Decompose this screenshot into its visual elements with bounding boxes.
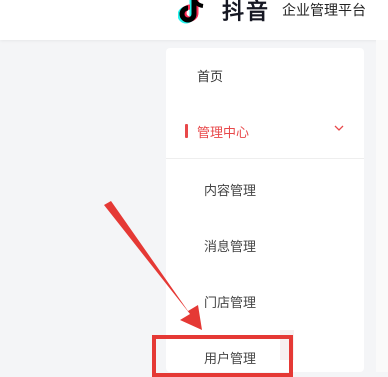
sidebar-item-message-management[interactable]: 消息管理 [166, 236, 364, 256]
chevron-down-icon[interactable] [332, 121, 346, 135]
active-indicator [185, 124, 188, 138]
content-area-edge [376, 40, 388, 372]
brand-name: 抖音 [222, 0, 271, 25]
sidebar-group-management-center[interactable]: 管理中心 [166, 110, 364, 159]
sidebar-item-label: 消息管理 [204, 240, 257, 255]
sidebar-item-home[interactable]: 首页 [166, 64, 364, 85]
sidebar-item-store-management[interactable]: 门店管理 [166, 292, 364, 312]
sidebar-item-label: 内容管理 [204, 184, 257, 199]
brand-subtitle: 企业管理平台 [282, 3, 366, 19]
sidebar-item-content-management[interactable]: 内容管理 [166, 180, 364, 200]
annotation-highlight-box [152, 335, 293, 377]
sidebar-item-label: 首页 [197, 70, 224, 85]
sidebar-group-label: 管理中心 [197, 126, 250, 141]
sidebar: 首页 管理中心 内容管理 消息管理 门店管理 用户管理 [166, 48, 364, 372]
douyin-logo-icon [178, 0, 204, 24]
sidebar-item-label: 门店管理 [204, 296, 257, 311]
top-header: 抖音 企业管理平台 [0, 0, 388, 40]
